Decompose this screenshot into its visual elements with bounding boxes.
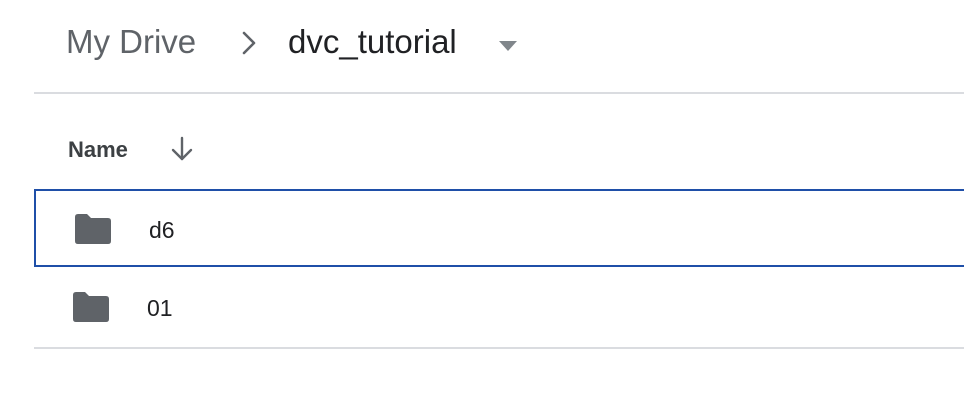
breadcrumb-current-folder[interactable]: dvc_tutorial: [288, 22, 517, 66]
list-item-d6[interactable]: d6: [34, 189, 964, 267]
column-header-name[interactable]: Name: [68, 137, 128, 163]
folder-icon: [72, 213, 114, 247]
divider: [34, 347, 964, 349]
list-item-01[interactable]: 01: [34, 269, 964, 347]
folder-icon: [70, 291, 112, 325]
column-header-row: Name: [34, 112, 964, 188]
caret-down-icon[interactable]: [498, 39, 518, 51]
divider: [34, 92, 964, 94]
breadcrumb-my-drive[interactable]: My Drive: [66, 22, 196, 62]
current-folder-label: dvc_tutorial: [288, 23, 457, 60]
file-name: 01: [147, 295, 173, 321]
breadcrumb: My Drive dvc_tutorial: [0, 0, 964, 92]
file-name: d6: [149, 217, 175, 243]
arrow-down-icon[interactable]: [168, 134, 196, 164]
chevron-right-icon: [238, 30, 260, 56]
